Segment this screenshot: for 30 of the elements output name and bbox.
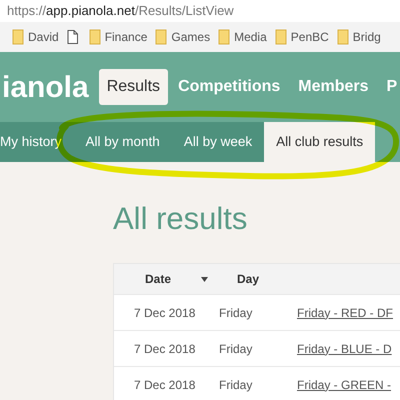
date-cell: 7 Dec 2018 <box>134 378 196 392</box>
date-cell: 7 Dec 2018 <box>134 306 196 320</box>
folder-icon <box>274 29 287 45</box>
day-cell: Friday <box>219 342 252 356</box>
page-icon <box>66 30 78 44</box>
bookmark-link[interactable]: Games <box>171 28 210 46</box>
folder-icon <box>155 29 168 45</box>
date-cell: 7 Dec 2018 <box>134 342 196 356</box>
bookmark-link[interactable]: Bridg <box>352 28 381 46</box>
column-header[interactable]: Day <box>237 272 260 286</box>
event-link[interactable]: Friday - BLUE - D <box>297 342 392 356</box>
nav-link[interactable]: Results <box>98 69 168 105</box>
subnav-tab[interactable]: All by month <box>74 122 172 162</box>
subnav-tab[interactable]: All club results <box>264 122 376 162</box>
folder-icon <box>12 29 24 45</box>
column-header[interactable]: Date <box>145 270 172 288</box>
bookmark-link[interactable]: Finance <box>104 28 148 46</box>
folder-icon <box>218 29 230 45</box>
bookmark-link[interactable]: David <box>28 28 59 46</box>
day-cell: Friday <box>219 306 252 320</box>
subnav-tab[interactable]: All by week <box>172 122 264 162</box>
bookmark-link[interactable]: PenBC <box>290 28 329 46</box>
event-link[interactable]: Friday - RED - DF <box>297 306 393 320</box>
bookmark-link[interactable]: Media <box>234 28 267 46</box>
sort-icon <box>201 276 208 282</box>
page-heading: All results <box>113 200 248 238</box>
folder-icon <box>336 29 349 45</box>
event-link[interactable]: Friday - GREEN - <box>297 378 392 392</box>
day-cell: Friday <box>219 378 252 392</box>
folder-icon <box>88 29 101 45</box>
